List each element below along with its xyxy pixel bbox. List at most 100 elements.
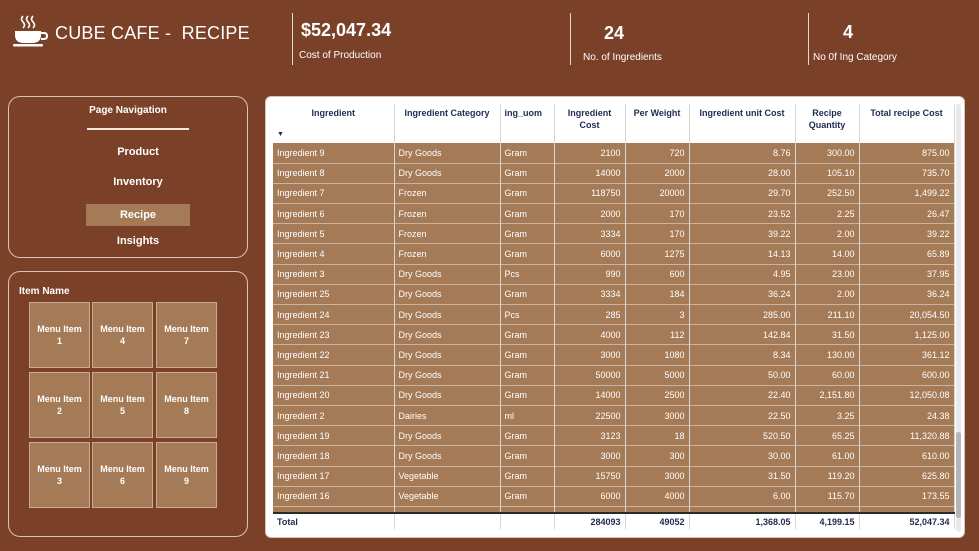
table-cell: 2500 [625, 385, 690, 406]
total-cell: 52,047.34 [859, 513, 955, 530]
table-cell: Dry Goods [394, 344, 501, 366]
page-navigation-panel: Page Navigation Product Inventory Recipe… [8, 96, 248, 258]
table-cell: 23.52 [689, 203, 796, 224]
col-header-total-recipe-cost[interactable]: Total recipe Cost [859, 104, 955, 143]
col-header-ingredient-category[interactable]: Ingredient Category [394, 104, 501, 143]
table-cell: 61.00 [795, 445, 860, 466]
table-row[interactable]: Ingredient 17 Vegetable Gram 15750 3000 31.50… [273, 466, 955, 487]
table-cell: Ingredient 22 [273, 344, 395, 366]
nav-item-product[interactable]: Product [86, 141, 190, 163]
kpi-category-value: 4 [843, 22, 854, 42]
table-row[interactable]: Ingredient 24 Dry Goods Pcs 285 3 285.00 211.1… [273, 304, 955, 325]
nav-item-recipe[interactable]: Recipe [86, 204, 190, 226]
table-cell: 211.10 [795, 304, 860, 325]
kpi-divider [292, 13, 293, 65]
table-row[interactable]: Ingredient 23 Dry Goods Gram 4000 112 142.84 3… [273, 324, 955, 345]
nav-title: Page Navigation [89, 105, 167, 116]
table-cell: 11,320.88 [859, 425, 955, 446]
scrollbar-thumb[interactable] [956, 432, 961, 518]
col-header-ingredient[interactable]: Ingredient ▼ [273, 104, 395, 143]
table-cell: Gram [500, 486, 555, 507]
table-row[interactable]: Ingredient 3 Dry Goods Pcs 990 600 4.95 23.00 3… [273, 264, 955, 285]
table-cell: 15750 [554, 466, 626, 487]
sort-descending-icon[interactable]: ▼ [277, 129, 284, 141]
item-name-title: Item Name [19, 286, 70, 297]
table-row[interactable]: Ingredient 18 Dry Goods Gram 3000 300 30.00 61… [273, 445, 955, 466]
table-cell: 50.00 [689, 365, 796, 386]
table-cell: Ingredient 18 [273, 445, 395, 466]
nav-item-insights[interactable]: Insights [86, 230, 190, 252]
col-header-recipe-quantity[interactable]: Recipe Quantity [795, 104, 860, 143]
table-cell: Ingredient 7 [273, 183, 395, 204]
table-row[interactable]: Ingredient 21 Dry Goods Gram 50000 5000 50.00… [273, 365, 955, 386]
table-cell: 39.22 [859, 223, 955, 244]
col-header-ingredient-cost[interactable]: Ingredient Cost [554, 104, 626, 143]
menu-item-2-tile[interactable]: Menu Item 2 [29, 372, 90, 438]
table-header-row: Ingredient ▼ Ingredient Category ing_uom … [273, 104, 955, 143]
menu-item-3-tile[interactable]: Menu Item 3 [29, 442, 90, 508]
total-cell: 49052 [625, 513, 690, 530]
table-cell: 4000 [554, 324, 626, 345]
table-cell: Ingredient 3 [273, 264, 395, 285]
col-header-per-weight[interactable]: Per Weight [625, 104, 690, 143]
table-cell: 60.00 [795, 365, 860, 386]
table-row[interactable]: Ingredient 6 Frozen Gram 2000 170 23.52 2.25 26… [273, 203, 955, 224]
table-cell: Dairies [394, 405, 501, 426]
total-cell: 1,368.05 [689, 513, 796, 530]
table-cell: ml [500, 405, 555, 426]
menu-item-8-tile[interactable]: Menu Item 8 [156, 372, 217, 438]
table-cell: 2100 [554, 143, 626, 164]
table-cell: 3000 [625, 405, 690, 426]
recipe-table: Ingredient ▼ Ingredient Category ing_uom … [273, 104, 955, 530]
table-cell: Ingredient 6 [273, 203, 395, 224]
table-cell: 285 [554, 304, 626, 325]
col-header-ing-uom[interactable]: ing_uom [500, 104, 555, 143]
table-cell: 37.95 [859, 264, 955, 285]
table-row[interactable]: Ingredient 5 Frozen Gram 3334 170 39.22 2.00 39… [273, 223, 955, 244]
table-cell: Gram [500, 324, 555, 345]
table-cell: Ingredient 19 [273, 425, 395, 446]
table-row[interactable]: Ingredient 20 Dry Goods Gram 14000 2500 22.40… [273, 385, 955, 406]
table-row[interactable]: Ingredient 25 Dry Goods Gram 3334 184 36.24 2.… [273, 284, 955, 305]
table-cell [689, 506, 796, 515]
kpi-divider [808, 13, 809, 65]
table-cell: Ingredient 4 [273, 243, 395, 265]
table-row[interactable]: Ingredient 9 Dry Goods Gram 2100 720 8.76 300.… [273, 143, 955, 164]
table-cell: Dry Goods [394, 425, 501, 446]
menu-item-5-tile[interactable]: Menu Item 5 [92, 372, 153, 438]
table-cell: 875.00 [859, 143, 955, 164]
table-cell [625, 506, 690, 515]
table-row[interactable]: Ingredient 22 Dry Goods Gram 3000 1080 8.34 13… [273, 344, 955, 366]
table-cell [795, 506, 860, 515]
table-row[interactable]: Ingredient 8 Dry Goods Gram 14000 2000 28.00 1… [273, 163, 955, 184]
table-cell: 361.12 [859, 344, 955, 366]
table-row-partial [273, 506, 955, 515]
menu-item-7-tile[interactable]: Menu Item 7 [156, 302, 217, 368]
table-cell: 112 [625, 324, 690, 345]
table-cell: 115.70 [795, 486, 860, 507]
table-scrollbar[interactable] [956, 104, 961, 532]
table-cell: Dry Goods [394, 304, 501, 325]
table-row[interactable]: Ingredient 4 Frozen Gram 6000 1275 14.13 14.00… [273, 243, 955, 265]
table-cell: 30.00 [689, 445, 796, 466]
table-total-row: Total 284093 49052 1,368.05 4,199.15 52,… [273, 513, 955, 530]
table-cell: 600.00 [859, 365, 955, 386]
table-cell: 1080 [625, 344, 690, 366]
table-row[interactable]: Ingredient 16 Vegetable Gram 6000 4000 6.00 11… [273, 486, 955, 507]
table-cell: 610.00 [859, 445, 955, 466]
nav-item-inventory[interactable]: Inventory [86, 171, 190, 193]
col-header-ingredient-unit-cost[interactable]: Ingredient unit Cost [689, 104, 796, 143]
menu-item-9-tile[interactable]: Menu Item 9 [156, 442, 217, 508]
table-cell: 184 [625, 284, 690, 305]
table-row[interactable]: Ingredient 7 Frozen Gram 118750 20000 29.70 25… [273, 183, 955, 204]
table-row[interactable]: Ingredient 19 Dry Goods Gram 3123 18 520.50 65… [273, 425, 955, 446]
table-cell: 735.70 [859, 163, 955, 184]
table-cell: 3.25 [795, 405, 860, 426]
table-row[interactable]: Ingredient 2 Dairies ml 22500 3000 22.50 3.25 2… [273, 405, 955, 426]
menu-item-4-tile[interactable]: Menu Item 4 [92, 302, 153, 368]
total-cell: 284093 [554, 513, 626, 530]
menu-item-1-tile[interactable]: Menu Item 1 [29, 302, 90, 368]
table-cell: Gram [500, 466, 555, 487]
table-cell: 2,151.80 [795, 385, 860, 406]
menu-item-6-tile[interactable]: Menu Item 6 [92, 442, 153, 508]
